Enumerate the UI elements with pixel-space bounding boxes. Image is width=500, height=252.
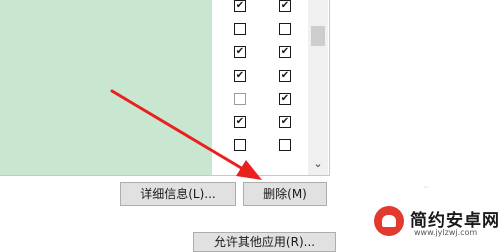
watermark-url: www.jylzwj.com (414, 228, 478, 237)
android-logo-icon (374, 206, 404, 236)
watermark: 简约安卓网 www.jylzwj.com (372, 204, 500, 242)
faint-watermark-glyph: ᵔ (424, 184, 429, 196)
dialog: ✔ ✔ ✔ ✔ ✔ ✔ ✔ ✔ ✔ ⌄ 详细信息(L)... 删除(M) 允许其他应用(R).… (0, 0, 500, 252)
